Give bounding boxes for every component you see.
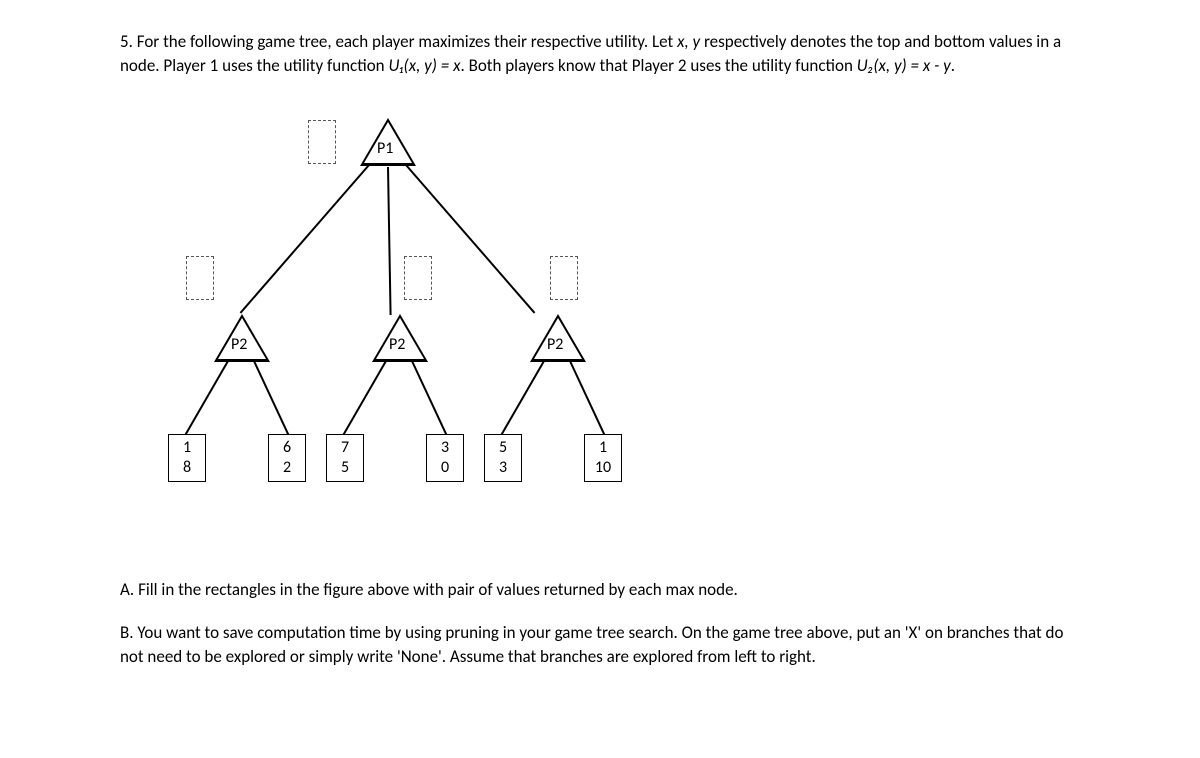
edge-l2 (253, 360, 289, 435)
intro-a: For the following game tree, each player… (137, 31, 677, 52)
root-answer-box[interactable] (308, 120, 336, 164)
problem-statement: 5. For the following game tree, each pla… (120, 30, 1080, 78)
leaf-2: 6 2 (268, 434, 306, 482)
leaf-1-bottom: 8 (183, 458, 191, 477)
edge-l6 (569, 360, 605, 435)
leaf-4: 3 0 (426, 434, 464, 482)
leaf-4-bottom: 0 (441, 458, 449, 477)
leaf-3-top: 7 (341, 438, 349, 457)
leaf-3-bottom: 5 (341, 458, 349, 477)
p2-mid-answer-box[interactable] (404, 256, 432, 300)
intro-c: . Both players know that Player 2 uses t… (460, 55, 856, 76)
u2-func: U₂(x, y) = x - y (857, 55, 951, 76)
leaf-6: 1 10 (584, 434, 622, 482)
p2-left-label: P2 (231, 334, 247, 356)
leaf-1: 1 8 (168, 434, 206, 482)
leaf-5-bottom: 3 (499, 458, 507, 477)
intro-d: . (951, 55, 955, 76)
edge-l5 (500, 360, 545, 435)
leaf-4-top: 3 (441, 438, 449, 457)
p1-node: P1 (360, 118, 416, 166)
leaf-2-bottom: 2 (283, 458, 291, 477)
p2-mid-label: P2 (389, 334, 405, 356)
game-tree: P1 P2 P2 P2 1 8 6 2 7 5 3 0 5 (150, 118, 750, 538)
p2-right-node: P2 (530, 314, 586, 362)
p2-right-answer-box[interactable] (550, 256, 578, 300)
leaf-6-top: 1 (599, 438, 607, 457)
edge-p1-left (240, 164, 370, 313)
problem-number: 5. (120, 31, 133, 52)
leaf-5-top: 5 (499, 438, 507, 457)
leaf-5: 5 3 (484, 434, 522, 482)
leaf-1-top: 1 (183, 438, 191, 457)
p2-left-node: P2 (214, 314, 270, 362)
p2-mid-node: P2 (372, 314, 428, 362)
edge-p1-mid (387, 167, 392, 315)
p1-label: P1 (377, 138, 393, 160)
edge-l1 (184, 360, 229, 435)
u1-func: U₁(x, y) = x (388, 55, 460, 76)
part-b: B. You want to save computation time by … (120, 621, 1080, 669)
leaf-2-top: 6 (283, 438, 291, 457)
edge-l3 (342, 360, 387, 435)
var-xy: x, y (677, 31, 700, 52)
p2-left-answer-box[interactable] (186, 256, 214, 300)
part-a: A. Fill in the rectangles in the figure … (120, 578, 1080, 602)
edge-l4 (411, 360, 447, 435)
leaf-3: 7 5 (326, 434, 364, 482)
p2-right-label: P2 (547, 334, 563, 356)
leaf-6-bottom: 10 (595, 458, 611, 477)
